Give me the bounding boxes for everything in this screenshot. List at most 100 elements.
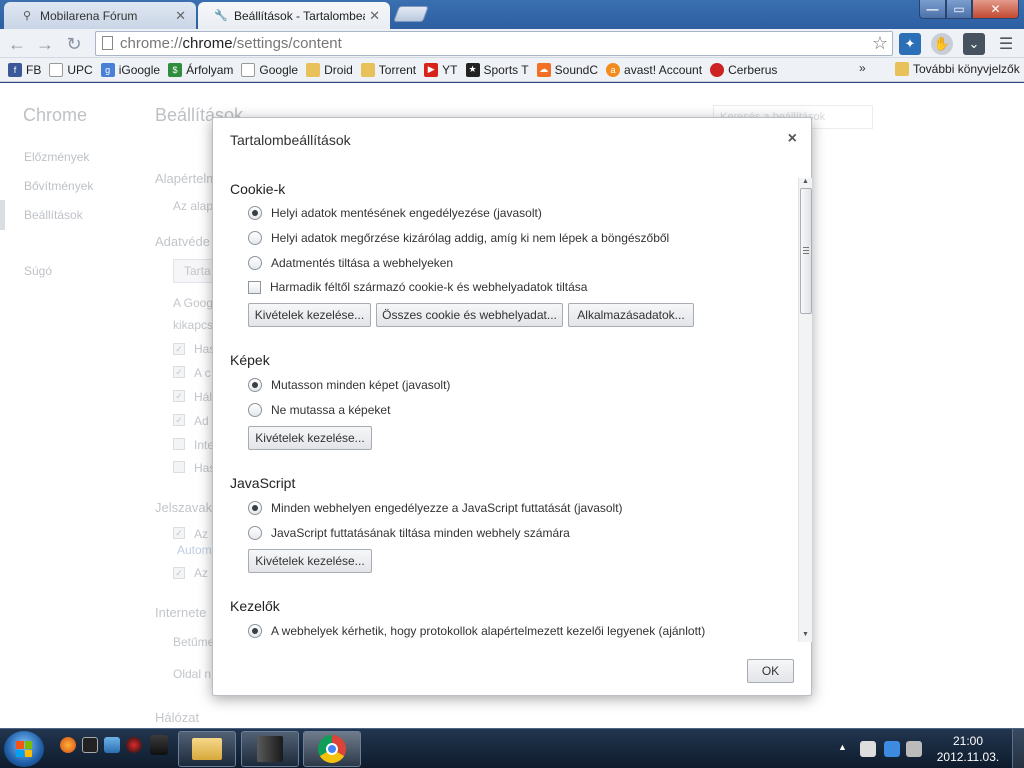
taskbar-explorer[interactable] — [178, 731, 236, 767]
all-cookies-button[interactable]: Összes cookie és webhelyadat... — [376, 303, 563, 327]
facebook-icon: f — [8, 62, 22, 77]
maximize-button[interactable]: ▭ — [946, 0, 972, 19]
forward-arrow-icon[interactable]: → — [34, 33, 56, 55]
reload-icon[interactable]: ↻ — [63, 33, 85, 55]
checkbox[interactable] — [248, 280, 261, 294]
tab-close-icon[interactable]: ✕ — [369, 8, 380, 24]
network-icon[interactable] — [860, 741, 876, 757]
volume-icon[interactable] — [906, 741, 922, 757]
radio-images-show[interactable]: Mutasson minden képet (javasolt) — [248, 378, 450, 392]
browser-toolbar: ← → ↻ chrome://chrome/settings/content ☆… — [0, 29, 1024, 58]
radio-js-allow[interactable]: Minden webhelyen engedélyezze a JavaScri… — [248, 501, 623, 515]
avast-icon: a — [606, 62, 621, 77]
taskbar-chrome[interactable] — [303, 731, 361, 767]
media-player-icon[interactable] — [126, 737, 142, 753]
tab-title: Mobilarena Fórum — [40, 8, 138, 23]
bookmark-torrent[interactable]: Torrent — [360, 62, 416, 77]
radio-cookies-allow[interactable]: Helyi adatok mentésének engedélyezése (j… — [248, 206, 542, 220]
youtube-icon: ▶ — [424, 62, 439, 77]
app-icon[interactable] — [150, 735, 168, 755]
bookmark-arfolyam[interactable]: $ Árfolyam — [168, 62, 233, 77]
page-icon — [49, 62, 64, 77]
radio-cookies-block[interactable]: Adatmentés tiltása a webhelyeken — [248, 256, 453, 270]
dialog-close-icon[interactable]: × — [788, 130, 797, 148]
ok-button[interactable]: OK — [747, 659, 794, 683]
bookmark-soundcloud[interactable]: ☁ SoundC — [536, 62, 598, 77]
radio-cookies-session[interactable]: Helyi adatok megőrzése kizárólag addig, … — [248, 231, 669, 245]
bookmarks-overflow-button[interactable]: » — [859, 61, 866, 75]
taskbar-app[interactable] — [241, 731, 299, 767]
window-close-button[interactable]: ✕ — [972, 0, 1019, 19]
clock[interactable]: 21:00 2012.11.03. — [928, 733, 1008, 765]
pocket-icon[interactable]: ⌄ — [963, 33, 985, 55]
new-tab-button[interactable] — [393, 6, 429, 22]
windows-logo-icon — [16, 741, 32, 757]
radio-button[interactable] — [248, 206, 262, 220]
google-icon: g — [100, 62, 115, 77]
radio-button[interactable] — [248, 501, 262, 515]
bookmark-fb[interactable]: f FB — [8, 62, 41, 77]
scrollbar-thumb[interactable] — [800, 188, 812, 314]
dialog-body: Cookie-k Helyi adatok mentésének engedél… — [213, 172, 799, 642]
radio-button[interactable] — [248, 378, 262, 392]
radio-button[interactable] — [248, 231, 262, 245]
bookmark-google[interactable]: Google — [241, 62, 298, 77]
address-bar[interactable]: chrome://chrome/settings/content ☆ — [95, 31, 893, 56]
radio-images-hide[interactable]: Ne mutassa a képeket — [248, 403, 390, 417]
adblock-icon[interactable]: ✋ — [931, 33, 953, 55]
bookmark-yt[interactable]: ▶ YT — [424, 62, 458, 77]
folder-icon — [306, 62, 321, 77]
title-bar: ⚲ Mobilarena Fórum ✕ 🔧 Beállítások - Tar… — [0, 0, 1024, 29]
start-button[interactable] — [4, 731, 44, 767]
app-data-button[interactable]: Alkalmazásadatok... — [568, 303, 694, 327]
users-icon[interactable] — [104, 737, 120, 753]
page-icon — [241, 62, 256, 77]
bookmark-sports[interactable]: ★ Sports T — [465, 62, 529, 77]
folder-icon — [360, 62, 375, 77]
dialog-scrollbar[interactable]: ▲ ▼ — [798, 178, 812, 642]
url-host: chrome — [182, 35, 233, 52]
page-icon — [102, 36, 113, 50]
bookmark-droid[interactable]: Droid — [306, 62, 353, 77]
bookmark-igoogle[interactable]: g iGoogle — [100, 62, 160, 77]
clock-date: 2012.11.03. — [936, 750, 1000, 764]
radio-button[interactable] — [248, 256, 262, 270]
magnifier-icon: ⚲ — [22, 10, 32, 22]
back-arrow-icon[interactable]: ← — [6, 33, 28, 55]
radio-button[interactable] — [248, 526, 262, 540]
url-scheme: chrome:// — [120, 35, 183, 52]
show-hidden-icons-button[interactable]: ▲ — [838, 742, 847, 752]
bookmark-upc[interactable]: UPC — [49, 62, 93, 77]
dropbox-icon[interactable] — [884, 741, 900, 757]
dialog-title: Tartalombeállítások — [230, 132, 351, 148]
checkbox-third-party[interactable]: Harmadik féltől származó cookie-k és web… — [248, 280, 587, 294]
radio-button[interactable] — [248, 624, 262, 638]
folder-icon — [192, 738, 222, 760]
chart-icon: $ — [168, 62, 183, 77]
menu-icon[interactable]: ☰ — [995, 33, 1017, 55]
firefox-icon[interactable] — [60, 737, 76, 753]
scroll-down-icon[interactable]: ▼ — [802, 631, 809, 638]
radio-js-block[interactable]: JavaScript futtatásának tiltása minden w… — [248, 526, 570, 540]
show-desktop-button[interactable] — [1012, 729, 1024, 768]
scroll-up-icon[interactable]: ▲ — [802, 178, 809, 185]
tab-mobilarena[interactable]: ⚲ Mobilarena Fórum ✕ — [4, 2, 196, 29]
minimize-button[interactable]: — — [919, 0, 946, 19]
tab-settings[interactable]: 🔧 Beállítások - Tartalombeállí ✕ — [198, 2, 390, 29]
bookmark-avast[interactable]: a avast! Account — [606, 62, 702, 77]
extension-icon[interactable]: ✦ — [899, 33, 921, 55]
radio-button[interactable] — [248, 403, 262, 417]
js-exceptions-button[interactable]: Kivételek kezelése... — [248, 549, 372, 573]
bookmark-cerberus[interactable]: Cerberus — [710, 62, 777, 77]
other-bookmarks[interactable]: További könyvjelzők — [895, 62, 1020, 76]
tab-title: Beállítások - Tartalombeállí — [234, 8, 366, 23]
section-heading-images: Képek — [230, 352, 270, 368]
tab-close-icon[interactable]: ✕ — [175, 8, 186, 24]
radio-handlers-allow[interactable]: A webhelyek kérhetik, hogy protokollok a… — [248, 624, 705, 638]
cookies-exceptions-button[interactable]: Kivételek kezelése... — [248, 303, 371, 327]
bookmark-star-icon[interactable]: ☆ — [872, 33, 888, 54]
images-exceptions-button[interactable]: Kivételek kezelése... — [248, 426, 372, 450]
cerberus-icon — [710, 62, 725, 77]
bookmarks-bar: f FB UPC g iGoogle $ Árfolyam Google Droid … — [0, 58, 1024, 82]
terminal-icon[interactable] — [82, 737, 98, 753]
